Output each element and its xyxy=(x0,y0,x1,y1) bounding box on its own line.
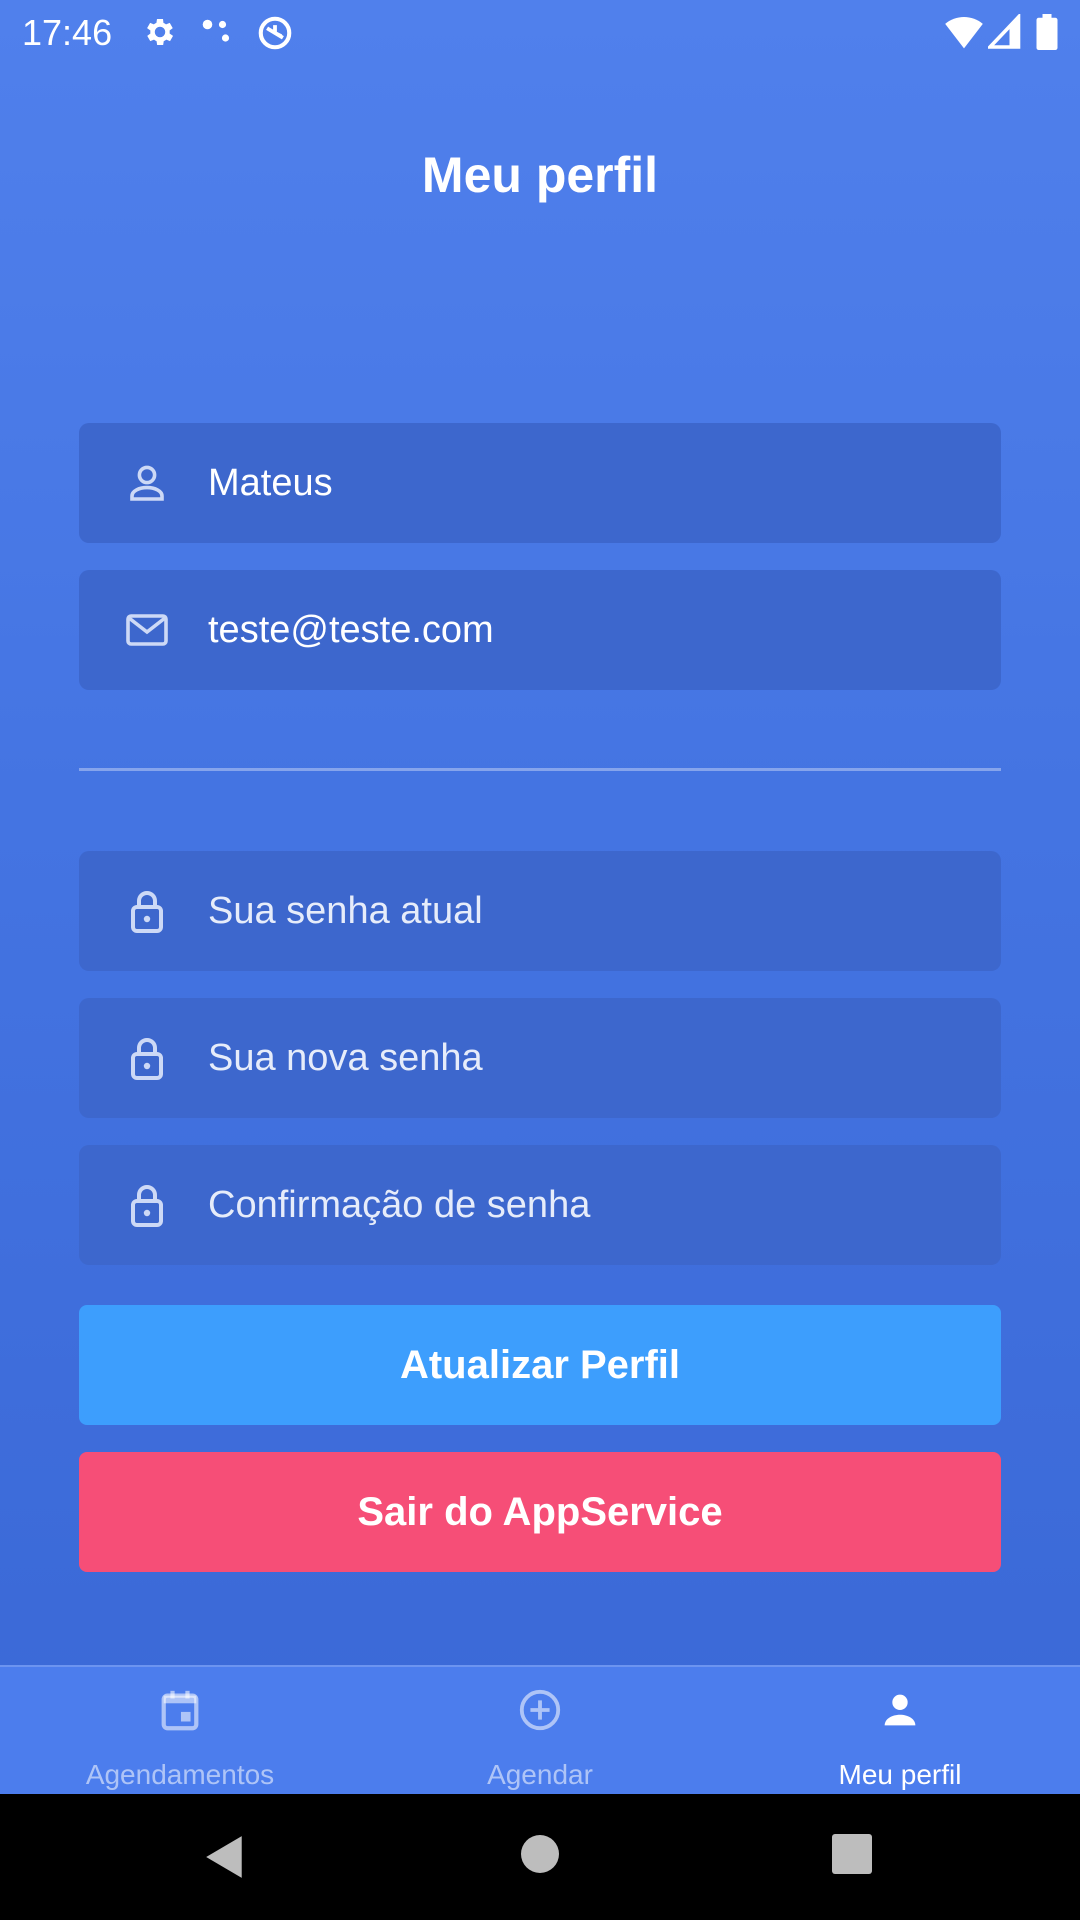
email-value: teste@teste.com xyxy=(208,609,494,651)
lock-icon xyxy=(123,1181,171,1229)
update-profile-button[interactable]: Atualizar Perfil xyxy=(79,1305,1001,1425)
new-password-placeholder: Sua nova senha xyxy=(208,1037,483,1079)
user-icon xyxy=(877,1687,923,1733)
divider xyxy=(79,768,1001,771)
recents-icon[interactable] xyxy=(832,1834,872,1879)
home-icon[interactable] xyxy=(520,1834,560,1879)
wifi-icon xyxy=(944,14,984,50)
new-password-field[interactable]: Sua nova senha xyxy=(79,998,1001,1118)
name-field[interactable]: Mateus xyxy=(79,423,1001,543)
dots-icon xyxy=(200,14,236,50)
tab-agendar[interactable]: Agendar xyxy=(360,1667,720,1796)
logout-button[interactable]: Sair do AppService xyxy=(79,1452,1001,1572)
tab-label: Meu perfil xyxy=(838,1759,962,1790)
mail-icon xyxy=(123,606,171,654)
lock-icon xyxy=(123,887,171,935)
sync-icon xyxy=(256,14,294,52)
confirm-password-field[interactable]: Confirmação de senha xyxy=(79,1145,1001,1265)
user-icon xyxy=(123,459,171,507)
status-time: 17:46 xyxy=(22,12,113,53)
current-password-placeholder: Sua senha atual xyxy=(208,890,483,932)
gear-icon xyxy=(142,14,178,50)
email-field[interactable]: teste@teste.com xyxy=(79,570,1001,690)
tab-label: Agendamentos xyxy=(85,1759,275,1790)
calendar-icon xyxy=(157,1687,203,1733)
bottom-tab-bar: Agendamentos Agendar Meu perfil xyxy=(0,1665,1080,1794)
current-password-field[interactable]: Sua senha atual xyxy=(79,851,1001,971)
lock-icon xyxy=(123,1034,171,1082)
tab-meu-perfil[interactable]: Meu perfil xyxy=(720,1667,1080,1796)
plus-circle-icon xyxy=(517,1687,563,1733)
page-title: Meu perfil xyxy=(421,147,659,203)
battery-icon xyxy=(1036,14,1058,50)
back-icon[interactable] xyxy=(204,1834,246,1885)
tab-agendamentos[interactable]: Agendamentos xyxy=(0,1667,360,1796)
system-nav-bar xyxy=(0,1794,1080,1920)
name-value: Mateus xyxy=(208,462,333,504)
status-bar: 17:46 xyxy=(0,0,1080,64)
app-screen: 17:46 Meu perfil Mateus teste@teste.com … xyxy=(0,0,1080,1794)
signal-icon xyxy=(988,14,1022,50)
tab-label: Agendar xyxy=(487,1759,593,1790)
confirm-password-placeholder: Confirmação de senha xyxy=(208,1184,591,1226)
